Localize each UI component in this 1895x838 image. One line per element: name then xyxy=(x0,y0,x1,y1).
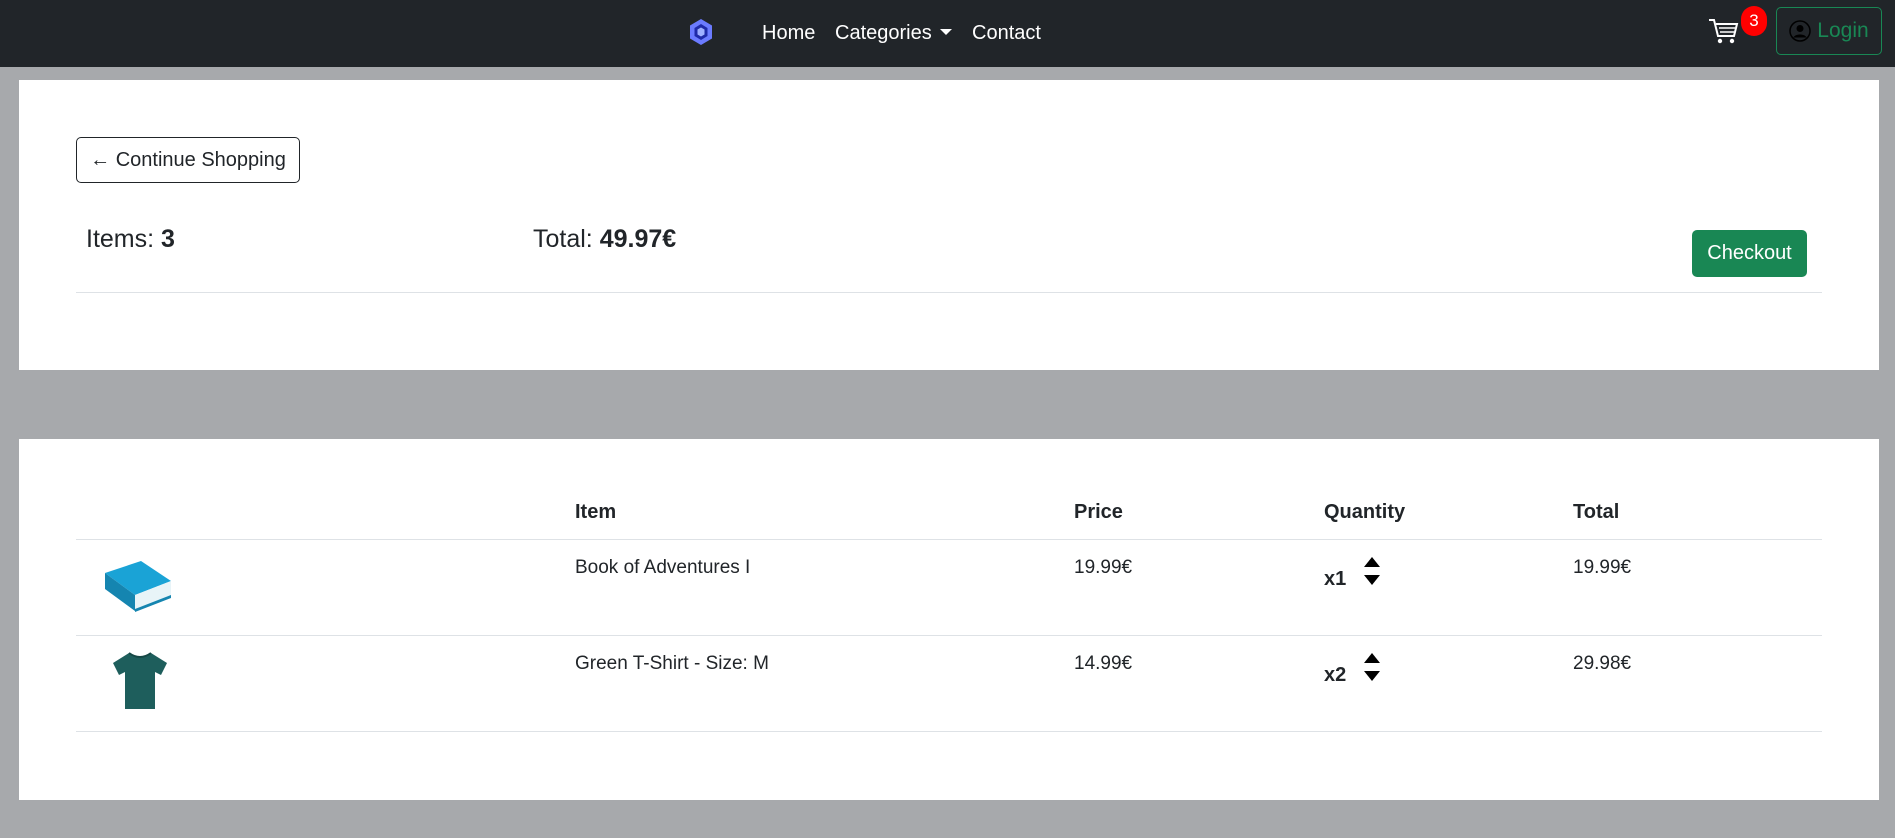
checkout-button[interactable]: Checkout xyxy=(1692,230,1807,277)
continue-shopping-button[interactable]: ← Continue Shopping xyxy=(76,137,300,183)
login-button[interactable]: Login xyxy=(1776,7,1882,55)
row-divider xyxy=(76,635,1822,636)
top-navbar: Home Categories Contact 3 Login xyxy=(0,0,1895,67)
item-quantity: x2 xyxy=(1324,664,1347,686)
item-total: 29.98€ xyxy=(1573,653,1632,674)
caret-down-icon xyxy=(939,29,952,35)
summary-divider xyxy=(76,292,1822,293)
item-name: Green T-Shirt - Size: M xyxy=(575,653,769,674)
item-price: 14.99€ xyxy=(1074,653,1133,674)
book-icon xyxy=(105,561,171,612)
total-value: 49.97€ xyxy=(599,225,677,253)
items-value: 3 xyxy=(161,225,175,253)
brand-logo-icon[interactable] xyxy=(686,17,716,47)
total-label: Total: xyxy=(533,225,600,253)
header-divider xyxy=(76,539,1822,540)
nav-home-link[interactable]: Home xyxy=(762,20,815,46)
nav-contact-link[interactable]: Contact xyxy=(972,20,1041,46)
row-divider xyxy=(76,731,1822,732)
item-price: 19.99€ xyxy=(1074,557,1133,578)
cart-icon[interactable] xyxy=(1707,14,1741,48)
quantity-stepper[interactable] xyxy=(1364,653,1380,685)
items-count: Items: 3 xyxy=(86,225,175,254)
quantity-decrease-icon[interactable] xyxy=(1364,575,1380,585)
cart-summary-panel: ← Continue Shopping Items: 3 Total: 49.9… xyxy=(19,80,1879,370)
item-quantity: x1 xyxy=(1324,568,1347,590)
user-circle-icon xyxy=(1789,20,1812,42)
nav-categories-label: Categories xyxy=(835,22,932,44)
cart-items-panel: Item Price Quantity Total Book of Advent… xyxy=(19,439,1879,800)
cart-count-badge: 3 xyxy=(1741,6,1767,36)
quantity-increase-icon[interactable] xyxy=(1364,653,1380,663)
items-label: Items: xyxy=(86,225,162,253)
quantity-decrease-icon[interactable] xyxy=(1364,671,1380,681)
item-name: Book of Adventures I xyxy=(575,557,751,578)
item-total: 19.99€ xyxy=(1573,557,1632,578)
header-quantity: Quantity xyxy=(1324,501,1406,523)
login-label: Login xyxy=(1817,19,1869,42)
header-item: Item xyxy=(575,501,617,523)
tshirt-icon xyxy=(113,652,167,709)
cart-total: Total: 49.97€ xyxy=(533,225,676,254)
nav-categories-dropdown[interactable]: Categories xyxy=(835,20,952,46)
quantity-increase-icon[interactable] xyxy=(1364,557,1380,567)
header-price: Price xyxy=(1074,501,1123,523)
quantity-stepper[interactable] xyxy=(1364,557,1380,589)
header-total: Total xyxy=(1573,501,1620,523)
